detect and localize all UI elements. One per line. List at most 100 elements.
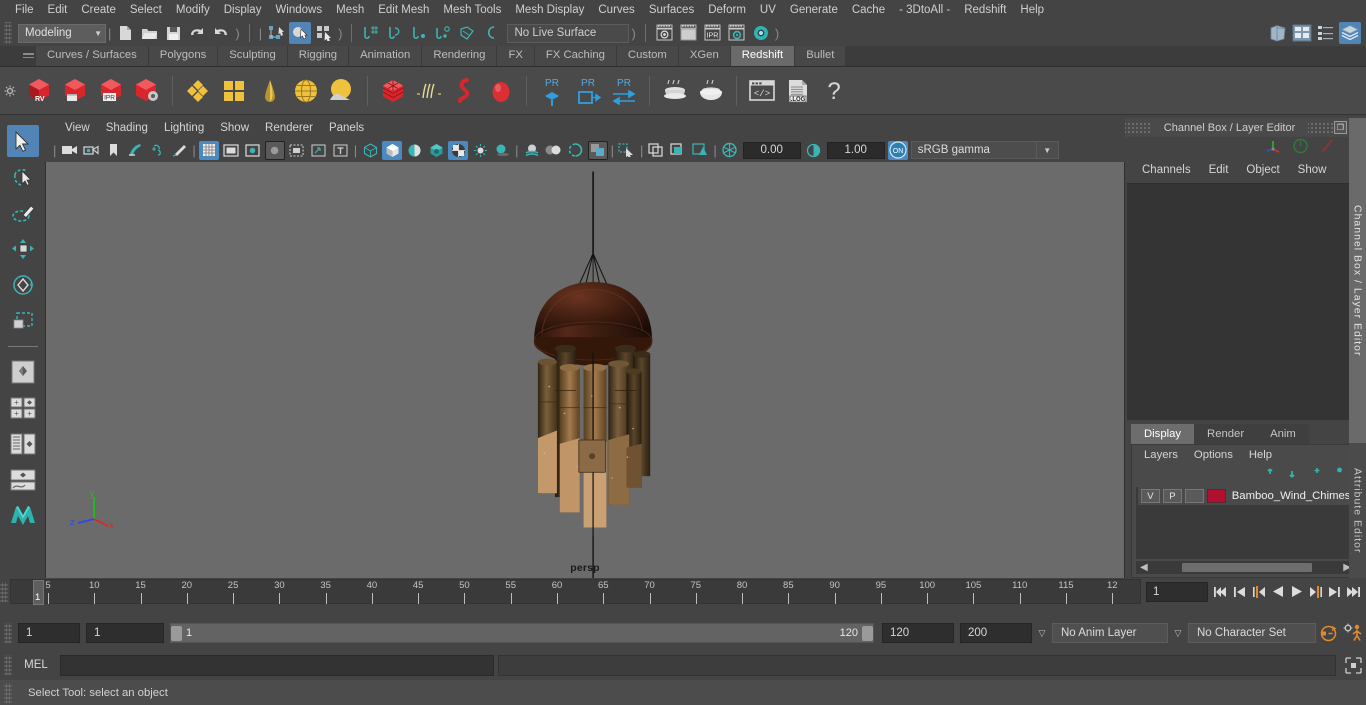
auto-keyframe-icon[interactable] bbox=[1316, 623, 1340, 643]
viewport-menu-renderer[interactable]: Renderer bbox=[257, 121, 321, 135]
select-by-object-icon[interactable] bbox=[289, 22, 312, 44]
screen-space-ao-icon[interactable] bbox=[522, 141, 542, 160]
outliner-persp-layout-button[interactable] bbox=[7, 428, 39, 460]
layer-row[interactable]: V P Bamboo_Wind_Chimes bbox=[1138, 487, 1353, 505]
status-line-grip[interactable] bbox=[4, 22, 12, 44]
play-backwards-icon[interactable] bbox=[1269, 582, 1286, 602]
save-scene-icon[interactable] bbox=[162, 22, 184, 44]
smooth-shade-all-icon[interactable] bbox=[382, 140, 403, 160]
safe-action-icon[interactable] bbox=[309, 141, 329, 160]
menu-select[interactable]: Select bbox=[123, 2, 169, 18]
menu-surfaces[interactable]: Surfaces bbox=[642, 2, 701, 18]
redshift-area-light-icon[interactable] bbox=[325, 71, 359, 111]
xray-icon[interactable] bbox=[448, 140, 469, 160]
range-bar-right-handle[interactable] bbox=[862, 625, 873, 641]
step-back-keyframe-icon[interactable] bbox=[1231, 582, 1248, 602]
undo-icon[interactable] bbox=[186, 22, 208, 44]
new-scene-icon[interactable] bbox=[114, 22, 136, 44]
wireframe-icon[interactable] bbox=[360, 141, 380, 160]
animation-preferences-icon[interactable] bbox=[1340, 623, 1366, 643]
menu-edit[interactable]: Edit bbox=[41, 2, 75, 18]
dock-tab-channel-box[interactable]: Channel Box / Layer Editor bbox=[1349, 118, 1366, 443]
show-hide-model-panel-icon[interactable] bbox=[1267, 22, 1289, 44]
redshift-render-sequence-icon[interactable] bbox=[58, 71, 92, 111]
channel-box-menu-edit[interactable]: Edit bbox=[1200, 163, 1238, 177]
step-forward-frame-icon[interactable] bbox=[1307, 582, 1324, 602]
redshift-bake-set-icon[interactable] bbox=[658, 71, 692, 111]
redshift-dome-light-icon[interactable] bbox=[289, 71, 323, 111]
time-slider-track[interactable]: 5 10 15 20 25 30 35 40 45 50 55 60 65 70 75 80 85 90 95 100… bbox=[10, 579, 1141, 605]
shelf-grip[interactable] bbox=[20, 45, 36, 66]
shelf-tab-animation[interactable]: Animation bbox=[349, 45, 423, 66]
menu-cache[interactable]: Cache bbox=[845, 2, 892, 18]
ipr-render-icon[interactable]: IPR bbox=[702, 22, 724, 44]
wireframe-on-shaded-icon[interactable] bbox=[169, 141, 189, 160]
animation-start-time-field[interactable]: 1 bbox=[18, 623, 80, 643]
viewport-menu-lighting[interactable]: Lighting bbox=[156, 121, 212, 135]
time-slider-grip[interactable] bbox=[0, 581, 8, 602]
tab-display[interactable]: Display bbox=[1131, 424, 1195, 444]
render-settings-icon[interactable] bbox=[726, 22, 748, 44]
menu-modify[interactable]: Modify bbox=[169, 2, 217, 18]
redshift-pr-export-icon[interactable]: PR bbox=[571, 71, 605, 111]
menu-file[interactable]: File bbox=[8, 2, 41, 18]
move-layer-up-icon[interactable] bbox=[1262, 466, 1277, 484]
image-plane-icon[interactable] bbox=[103, 141, 123, 160]
grid-icon[interactable] bbox=[198, 140, 219, 160]
make-live-icon[interactable] bbox=[480, 22, 502, 44]
shelf-tab-rendering[interactable]: Rendering bbox=[422, 45, 498, 66]
show-hide-channel-box-icon[interactable] bbox=[1339, 22, 1361, 44]
menu-redshift[interactable]: Redshift bbox=[957, 2, 1013, 18]
color-management-field[interactable]: sRGB gamma bbox=[910, 141, 1037, 159]
exposure-field[interactable]: 0.00 bbox=[742, 141, 801, 159]
range-bar[interactable]: 1 120 bbox=[170, 623, 874, 643]
panel-grip-right[interactable] bbox=[1308, 120, 1334, 135]
bookmarks-icon[interactable] bbox=[81, 141, 101, 160]
layer-color-swatch[interactable] bbox=[1206, 489, 1226, 503]
shelf-tab-custom[interactable]: Custom bbox=[616, 45, 679, 66]
scroll-left-icon[interactable]: ◀ bbox=[1136, 562, 1152, 573]
snap-to-point-icon[interactable] bbox=[408, 22, 430, 44]
redshift-bake-icon[interactable] bbox=[694, 71, 728, 111]
clock-gizmo-icon[interactable] bbox=[1292, 138, 1309, 159]
four-view-layout-button[interactable]: + + + bbox=[7, 392, 39, 424]
layer-menu-layers[interactable]: Layers bbox=[1136, 448, 1186, 462]
exposure-icon[interactable] bbox=[720, 141, 740, 160]
shelf-tab-polygons[interactable]: Polygons bbox=[148, 45, 219, 66]
shadows-toggle-icon[interactable] bbox=[492, 141, 512, 160]
snap-to-curve-icon[interactable] bbox=[384, 22, 406, 44]
layer-playback-toggle[interactable]: P bbox=[1162, 489, 1182, 503]
camera-attributes-icon[interactable] bbox=[59, 141, 79, 160]
anim-layer-field[interactable]: No Anim Layer bbox=[1052, 623, 1168, 643]
show-hide-attribute-editor-icon[interactable] bbox=[1291, 22, 1313, 44]
redshift-volume-icon[interactable] bbox=[448, 71, 482, 111]
field-chart-icon[interactable] bbox=[287, 141, 307, 160]
shelf-tab-fx[interactable]: FX bbox=[497, 45, 535, 66]
menu-display[interactable]: Display bbox=[217, 2, 269, 18]
xray-active-components-icon[interactable] bbox=[668, 141, 688, 160]
step-forward-keyframe-icon[interactable] bbox=[1326, 582, 1343, 602]
isolate-select-icon[interactable] bbox=[617, 141, 637, 160]
menu-mesh[interactable]: Mesh bbox=[329, 2, 371, 18]
menu-uv[interactable]: UV bbox=[753, 2, 783, 18]
menu-mesh-tools[interactable]: Mesh Tools bbox=[436, 2, 508, 18]
script-editor-icon[interactable] bbox=[1340, 655, 1366, 675]
film-gate-icon[interactable] bbox=[221, 141, 241, 160]
layer-list[interactable]: V P Bamboo_Wind_Chimes bbox=[1136, 487, 1355, 559]
viewport-menu-view[interactable]: View bbox=[57, 121, 98, 135]
gamma-field[interactable]: 1.00 bbox=[826, 141, 885, 159]
persp-graph-layout-button[interactable] bbox=[7, 464, 39, 496]
two-sided-lighting-icon[interactable] bbox=[125, 141, 145, 160]
scale-tool-button[interactable] bbox=[7, 305, 39, 337]
paint-select-tool-button[interactable] bbox=[7, 197, 39, 229]
select-tool-button[interactable] bbox=[6, 125, 39, 157]
move-tool-button[interactable] bbox=[7, 233, 39, 265]
viewport-menu-panels[interactable]: Panels bbox=[321, 121, 372, 135]
scrollbar-thumb[interactable] bbox=[1182, 563, 1312, 572]
viewport-menu-shading[interactable]: Shading bbox=[98, 121, 156, 135]
depth-of-field-icon[interactable] bbox=[587, 140, 608, 160]
playback-end-time-field[interactable]: 120 bbox=[882, 623, 954, 643]
axis-gizmo-icon[interactable] bbox=[1265, 138, 1282, 159]
range-slider-grip[interactable] bbox=[4, 623, 12, 643]
restore-panel-button[interactable]: ❐ bbox=[1334, 121, 1347, 134]
